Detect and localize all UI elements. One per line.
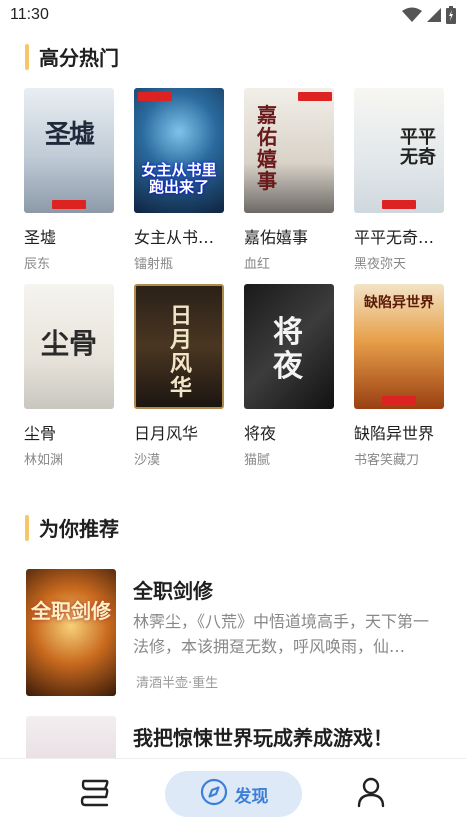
cover-title: 平平无奇 [400,127,436,168]
publisher-logo [382,200,416,209]
book-card[interactable]: 嘉佑嬉事 嘉佑嬉事 血红 [244,88,334,272]
book-cover[interactable]: 女主从书里跑出来了 [134,88,224,213]
book-title[interactable]: 我把惊悚世界玩成养成游戏！ [133,722,393,751]
book-cover[interactable]: 缺陷异世界 [354,284,444,409]
cover-title: 全职剑修 [31,599,111,623]
nav-profile[interactable] [348,771,394,817]
book-author: 血红 [244,257,271,272]
cover-title: 尘骨 [40,327,97,360]
nav-discover-label: 发现 [234,786,269,807]
book-cover[interactable] [26,716,116,758]
book-card[interactable]: 缺陷异世界 缺陷异世界 书客笑藏刀 [354,284,444,468]
book-author: 林如渊 [24,453,64,468]
book-title[interactable]: 缺陷异世界 [354,420,446,444]
compass-icon [199,777,229,811]
publisher-logo [52,200,86,209]
book-cover[interactable]: 圣墟 [24,88,114,213]
book-title[interactable]: 全职剑修 [133,575,213,604]
bottom-nav: 发现 [0,758,466,830]
book-card[interactable]: 圣墟 圣墟 辰东 [24,88,114,272]
book-author: 辰东 [24,257,51,272]
book-title[interactable]: 将夜 [244,420,336,444]
book-card[interactable]: 尘骨 尘骨 林如渊 [24,284,114,468]
nav-bookshelf[interactable] [72,771,118,817]
hot-books-row-2: 尘骨 尘骨 林如渊 日月风华 日月风华 沙漠 将夜 将夜 猫腻 缺陷异世界 缺陷… [24,284,444,468]
book-author: 镭射瓶 [134,257,174,272]
book-cover[interactable]: 嘉佑嬉事 [244,88,334,213]
recommend-item[interactable]: 全职剑修 全职剑修 林霁尘，《八荒》中悟道境高手，天下第一法修，本该拥趸无数，呼… [26,569,446,699]
book-cover[interactable]: 日月风华 [134,284,224,409]
section-header-hot: 高分热门 [25,42,119,71]
publisher-logo [298,92,332,101]
cover-title: 日月风华 [169,303,192,401]
book-title[interactable]: 平平无奇大师兄 [354,224,446,248]
book-author: 猫腻 [244,453,271,468]
book-description: 林霁尘，《八荒》中悟道境高手，天下第一法修，本该拥趸无数，呼风唤雨，仙… [133,612,430,656]
status-icons [402,6,456,28]
publisher-logo [382,396,416,405]
publisher-logo [138,92,172,101]
section-title: 为你推荐 [39,517,119,541]
status-time: 11:30 [10,6,49,23]
wifi-icon [402,7,422,27]
cover-title: 圣墟 [44,120,95,150]
book-card[interactable]: 平平无奇 平平无奇大师兄 黑夜弥天 [354,88,446,272]
book-title[interactable]: 圣墟 [24,224,116,248]
book-title[interactable]: 嘉佑嬉事 [244,224,336,248]
book-cover[interactable]: 将夜 [244,284,334,409]
book-title[interactable]: 日月风华 [134,420,226,444]
book-card[interactable]: 将夜 将夜 猫腻 [244,284,334,468]
book-title[interactable]: 尘骨 [24,420,116,444]
cover-title: 将夜 [273,315,303,384]
book-cover[interactable]: 尘骨 [24,284,114,409]
section-accent-bar [25,43,29,70]
recommend-item[interactable]: 我把惊悚世界玩成养成游戏！ [26,716,446,758]
section-title: 高分热门 [39,46,119,70]
bookshelf-icon [79,777,111,811]
book-title[interactable]: 女主从书里跑出来了 [134,224,226,248]
nav-discover[interactable]: 发现 [165,771,302,817]
signal-icon [426,7,442,27]
cover-title: 嘉佑嬉事 [257,103,277,193]
status-bar: 11:30 [0,0,466,32]
book-author: 沙漠 [134,453,161,468]
cover-title: 女主从书里跑出来了 [141,161,217,196]
book-cover[interactable]: 全职剑修 [26,569,116,696]
book-card[interactable]: 女主从书里跑出来了 女主从书里跑出来了 镭射瓶 [134,88,226,272]
cover-title: 缺陷异世界 [364,295,434,311]
battery-icon [446,6,456,28]
book-author: 黑夜弥天 [354,257,407,272]
section-accent-bar [25,514,29,541]
hot-books-row-1: 圣墟 圣墟 辰东 女主从书里跑出来了 女主从书里跑出来了 镭射瓶 嘉佑嬉事 嘉佑… [24,88,446,272]
section-header-recommend: 为你推荐 [25,513,119,542]
book-tags: 清酒半壶·重生 [136,676,219,691]
user-icon [356,776,386,812]
book-author: 书客笑藏刀 [354,453,420,468]
book-cover[interactable]: 平平无奇 [354,88,444,213]
book-card[interactable]: 日月风华 日月风华 沙漠 [134,284,224,468]
